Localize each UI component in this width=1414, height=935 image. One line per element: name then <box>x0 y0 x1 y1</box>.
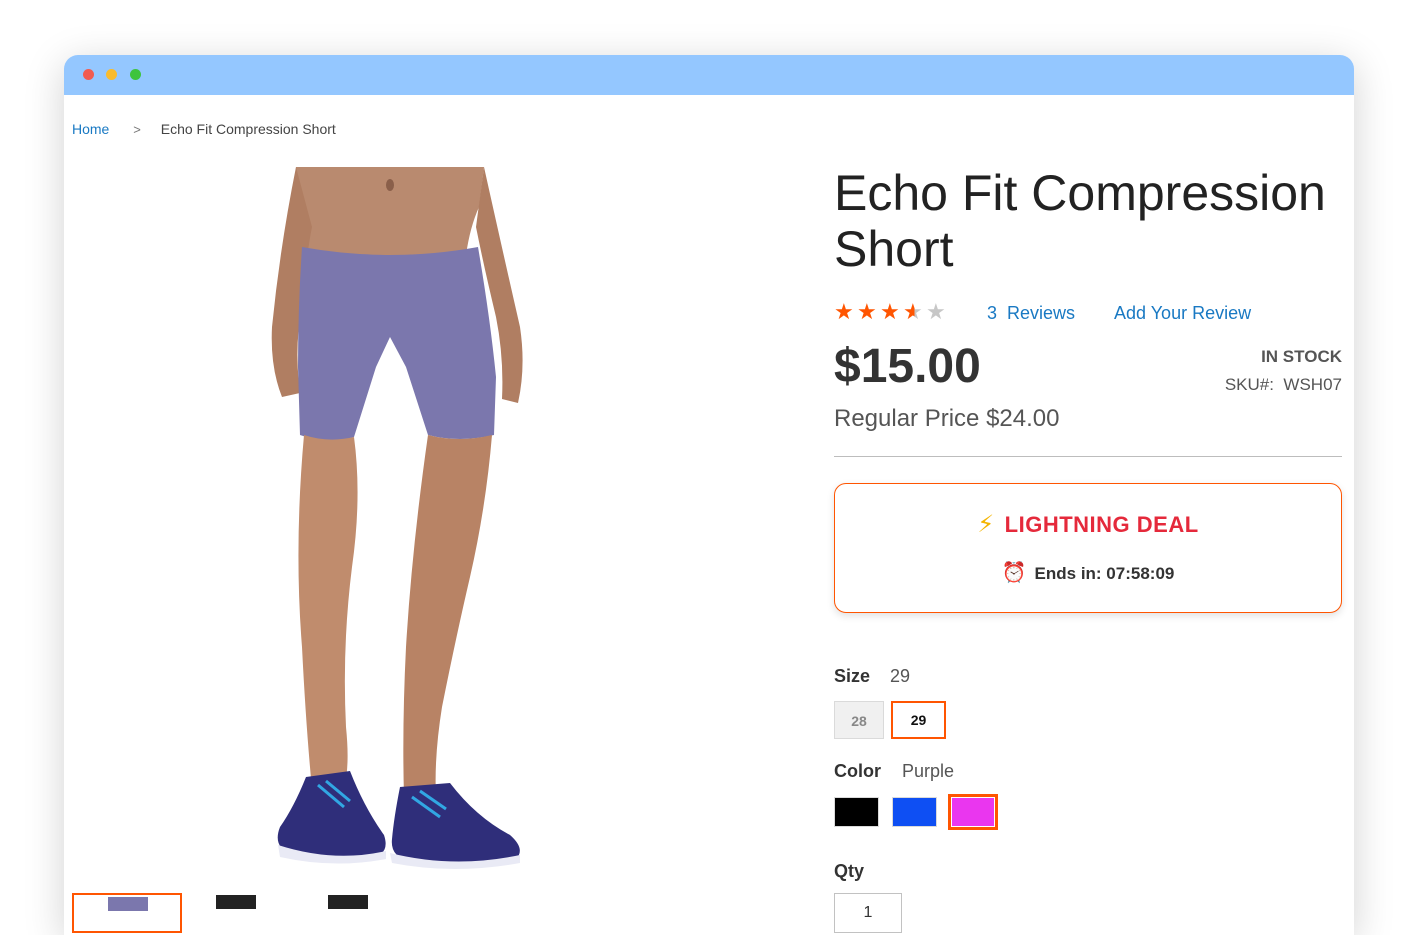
breadcrumb-separator-icon: > <box>133 122 141 137</box>
half-star-icon: ★ <box>903 299 926 325</box>
product-main-image[interactable] <box>234 167 614 935</box>
size-swatch-29[interactable]: 29 <box>891 701 946 739</box>
minimize-window-button[interactable] <box>106 69 117 80</box>
deal-title-text: LIGHTNING DEAL <box>1004 512 1199 537</box>
alarm-clock-icon: ⏰ <box>1001 562 1027 584</box>
color-label: Color <box>834 761 881 781</box>
browser-window: Home > Echo Fit Compression Short Echo F… <box>64 55 1354 935</box>
breadcrumb-current: Echo Fit Compression Short <box>160 121 336 137</box>
star-icon: ★ <box>834 299 855 324</box>
product-sku: SKU#: WSH07 <box>1224 375 1342 394</box>
empty-star-icon: ★ <box>926 299 947 324</box>
star-icon: ★ <box>857 299 878 324</box>
thumbnail-2[interactable] <box>202 893 312 933</box>
star-icon: ★ <box>880 299 901 324</box>
lightning-bolt-icon: ⚡ <box>977 511 995 538</box>
deal-title: ⚡ LIGHTNING DEAL <box>835 510 1341 539</box>
size-swatch-28[interactable]: 28 <box>834 701 884 739</box>
reviews-link[interactable]: 3 Reviews <box>987 303 1075 324</box>
regular-price: Regular Price $24.00 <box>834 405 1060 432</box>
divider <box>834 456 1342 457</box>
deal-countdown: ⏰ Ends in: 07:58:09 <box>835 560 1341 585</box>
thumbnail-1[interactable] <box>72 893 182 933</box>
close-window-button[interactable] <box>83 69 94 80</box>
rating-stars: ★ ★ ★ ★ ★ <box>834 299 949 325</box>
add-review-link[interactable]: Add Your Review <box>1114 303 1251 324</box>
color-swatch-purple[interactable] <box>948 794 998 830</box>
breadcrumb: Home > Echo Fit Compression Short <box>72 121 336 138</box>
deal-countdown-text: Ends in: 07:58:09 <box>1034 564 1175 583</box>
color-selected-value: Purple <box>902 761 955 781</box>
window-titlebar <box>64 55 1354 95</box>
size-selected-value: 29 <box>890 666 911 686</box>
size-label: Size <box>834 666 871 686</box>
product-title: Echo Fit Compression Short <box>834 165 1326 277</box>
zoom-window-button[interactable] <box>130 69 141 80</box>
qty-label: Qty <box>834 861 865 881</box>
color-swatch-black[interactable] <box>834 797 879 827</box>
lightning-deal-box: ⚡ LIGHTNING DEAL ⏰ Ends in: 07:58:09 <box>834 483 1342 613</box>
thumbnail-3[interactable] <box>312 893 422 933</box>
stock-status: IN STOCK <box>1261 347 1342 366</box>
color-swatch-blue[interactable] <box>892 797 937 827</box>
breadcrumb-home-link[interactable]: Home <box>72 121 109 137</box>
qty-input[interactable]: 1 <box>834 893 902 933</box>
final-price: $15.00 <box>834 340 981 393</box>
